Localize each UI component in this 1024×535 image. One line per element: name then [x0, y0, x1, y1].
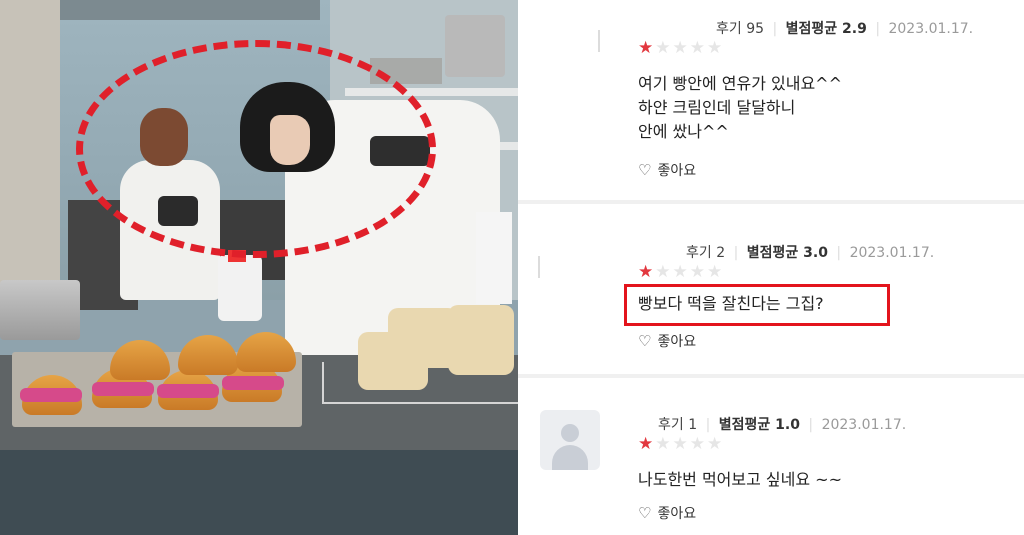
review-meta: 후기 1 | 별점평균 1.0 | 2023.01.17.: [658, 414, 906, 434]
reviewer-average-rating: 별점평균 2.9: [785, 21, 867, 37]
review-date: 2023.01.17.: [888, 21, 974, 37]
star-icon: ★: [672, 262, 690, 282]
review-item: 후기 2 | 별점평균 3.0 | 2023.01.17. ★★★★★ 빵보다 …: [518, 204, 1024, 374]
review-list-panel: 후기 95 | 별점평균 2.9 | 2023.01.17. ★★★★★ 여기 …: [518, 0, 1024, 535]
sandwich-bun: [178, 335, 238, 375]
like-label: 좋아요: [657, 334, 697, 350]
counter-front: [0, 450, 518, 535]
reviewer-average-rating: 별점평균 1.0: [718, 417, 800, 433]
star-icon: ★: [655, 262, 673, 282]
star-rating: ★★★★★: [638, 262, 724, 282]
paper-towel-roll: [476, 212, 512, 304]
star-icon: ★: [672, 434, 690, 454]
star-icon: ★: [689, 434, 707, 454]
cabbage-slaw: [157, 384, 219, 398]
red-dashed-circle-annotation: [76, 40, 436, 258]
star-icon: ★: [638, 262, 656, 282]
star-icon: ★: [638, 38, 656, 58]
like-label: 좋아요: [657, 506, 697, 522]
range-hood: [60, 0, 320, 20]
reviewer-average-rating: 별점평균 3.0: [746, 245, 828, 261]
avatar-head-shape: [561, 424, 579, 442]
meta-divider: |: [705, 417, 711, 433]
like-button[interactable]: ♡ 좋아요: [638, 331, 696, 351]
sandwich-bun: [110, 340, 170, 380]
star-icon: ★: [689, 262, 707, 282]
avatar-edge: [598, 30, 600, 52]
like-label: 좋아요: [657, 163, 697, 179]
review-meta: 후기 95 | 별점평균 2.9 | 2023.01.17.: [716, 18, 973, 38]
cabbage-slaw: [92, 382, 154, 396]
review-text: 빵보다 떡을 잘친다는 그집?: [638, 294, 824, 313]
meta-divider: |: [875, 21, 881, 37]
stock-pot: [445, 15, 505, 77]
cabbage-slaw: [20, 388, 82, 402]
cooking-pot: [0, 280, 80, 340]
star-icon: ★: [655, 434, 673, 454]
like-button[interactable]: ♡ 좋아요: [638, 503, 696, 523]
star-icon: ★: [707, 262, 725, 282]
star-icon: ★: [689, 38, 707, 58]
heart-outline-icon: ♡: [638, 161, 652, 179]
star-rating: ★★★★★: [638, 434, 724, 454]
heart-outline-icon: ♡: [638, 504, 652, 522]
star-rating: ★★★★★: [638, 38, 724, 58]
avatar-edge: [538, 256, 540, 278]
review-date: 2023.01.17.: [821, 417, 907, 433]
wall-panel: [0, 0, 60, 300]
review-meta: 후기 2 | 별점평균 3.0 | 2023.01.17.: [686, 242, 934, 262]
review-text: 여기 빵안에 연유가 있내요^^ 하얀 크림인데 달달하니 안에 쌌나^^: [638, 74, 842, 141]
default-user-avatar-icon: [540, 410, 600, 470]
star-icon: ★: [707, 38, 725, 58]
kitchen-photo: [0, 0, 518, 535]
star-icon: ★: [638, 434, 656, 454]
meta-divider: |: [772, 21, 778, 37]
meta-divider: |: [836, 245, 842, 261]
cabbage-slaw: [222, 376, 284, 390]
reviewer-review-count: 후기 2: [686, 245, 726, 261]
spray-bottle: [218, 255, 262, 321]
meta-divider: |: [808, 417, 814, 433]
avatar-shoulder-shape: [552, 445, 588, 470]
star-icon: ★: [707, 434, 725, 454]
like-button[interactable]: ♡ 좋아요: [638, 160, 696, 180]
review-text: 나도한번 먹어보고 싶네요 ~~: [638, 470, 842, 489]
star-icon: ★: [655, 38, 673, 58]
review-item: 후기 95 | 별점평균 2.9 | 2023.01.17. ★★★★★ 여기 …: [518, 0, 1024, 200]
wrapped-bread: [448, 305, 514, 375]
meta-divider: |: [733, 245, 739, 261]
star-icon: ★: [672, 38, 690, 58]
review-item: 후기 1 | 별점평균 1.0 | 2023.01.17. ★★★★★ 나도한번…: [518, 378, 1024, 535]
review-date: 2023.01.17.: [849, 245, 935, 261]
heart-outline-icon: ♡: [638, 332, 652, 350]
reviewer-review-count: 후기 1: [658, 417, 698, 433]
reviewer-review-count: 후기 95: [716, 21, 765, 37]
